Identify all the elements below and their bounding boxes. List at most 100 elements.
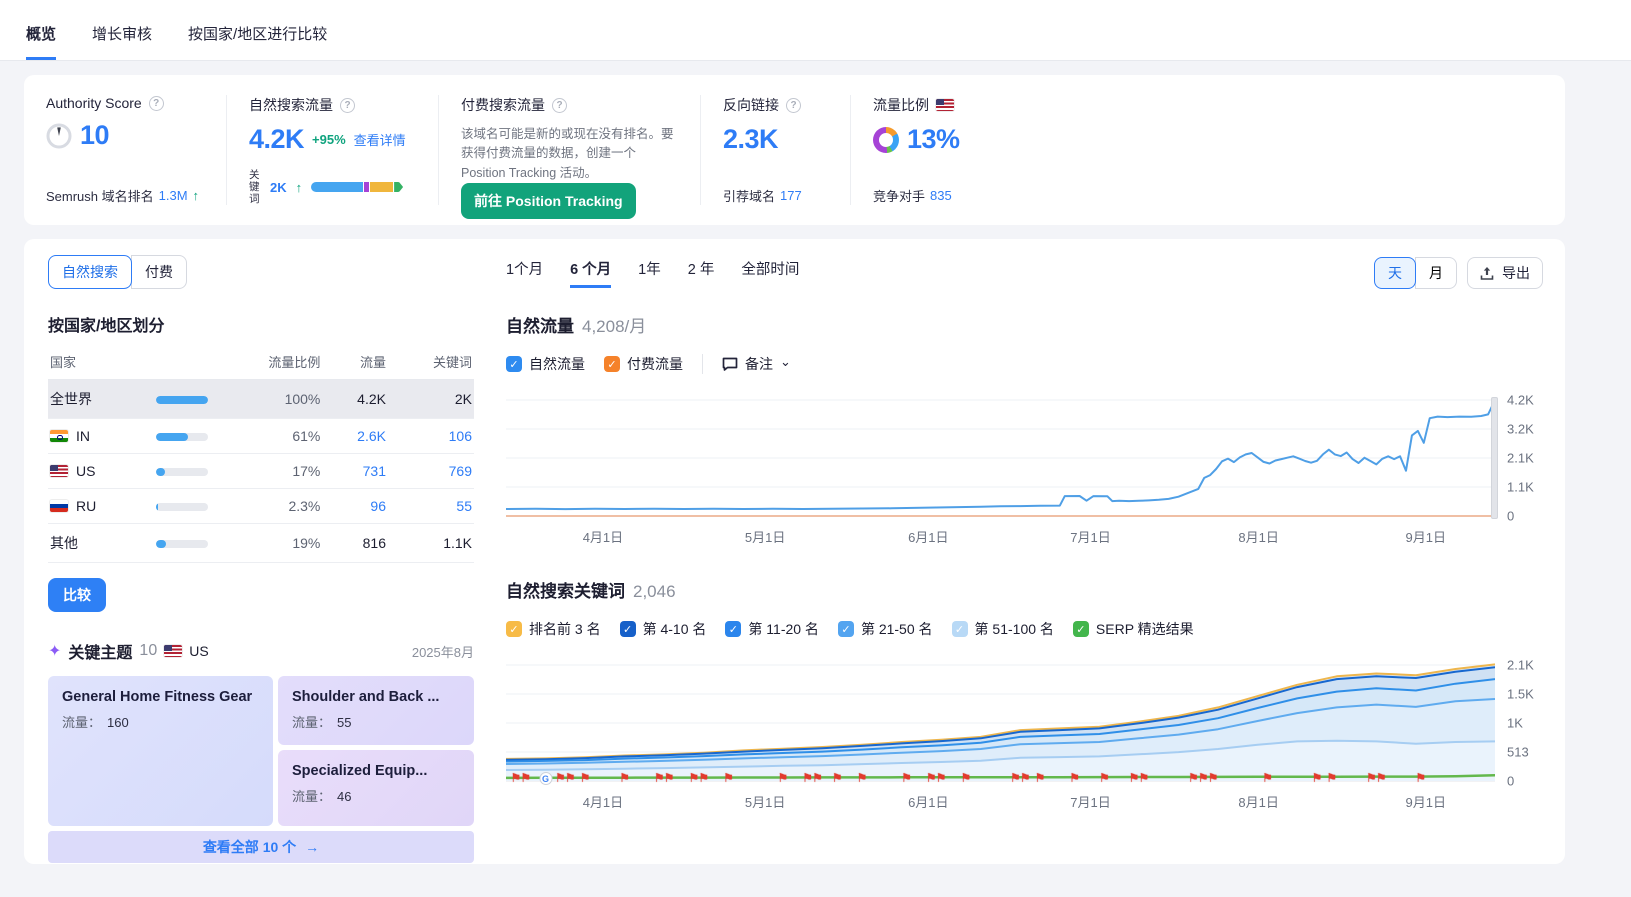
google-update-flag-icon[interactable]: ⚑	[960, 772, 971, 784]
view-details-link[interactable]: 查看详情	[354, 130, 406, 149]
view-all-topics-button[interactable]: 查看全部 10 个 →	[48, 831, 474, 863]
nav-tab-0[interactable]: 概览	[26, 23, 56, 60]
range-tab-0[interactable]: 1个月	[506, 258, 543, 288]
domain-rank-link[interactable]: 1.3M	[159, 188, 188, 203]
traffic-value: 816	[322, 524, 388, 563]
nav-tab-1[interactable]: 增长审核	[92, 23, 152, 60]
traffic-value[interactable]: 96	[322, 489, 388, 524]
topic-card[interactable]: Specialized Equip... 流量：46	[278, 750, 474, 826]
ref-domains-link[interactable]: 177	[780, 188, 802, 203]
google-update-flag-icon[interactable]: ⚑	[619, 772, 630, 784]
legend-item-1[interactable]: ✓第 4-10 名	[620, 619, 707, 639]
google-update-flag-icon[interactable]: ⚑	[1326, 772, 1337, 784]
google-update-flag-icon[interactable]: ⚑	[1139, 772, 1150, 784]
range-tab-2[interactable]: 1年	[638, 258, 661, 288]
range-tab-1[interactable]: 6 个月	[570, 258, 611, 288]
checkbox-icon[interactable]: ✓	[838, 621, 854, 637]
keywords-value[interactable]: 106	[388, 419, 474, 454]
google-update-flag-icon[interactable]: ⚑	[901, 772, 912, 784]
granularity-day[interactable]: 天	[1374, 257, 1416, 289]
legend-label: 第 21-50 名	[861, 619, 933, 639]
legend-item-1[interactable]: ✓付费流量	[604, 354, 683, 374]
info-icon[interactable]: ?	[786, 98, 801, 113]
google-update-flag-icon[interactable]: ⚑	[520, 772, 531, 784]
metric-label: 付费搜索流量	[461, 95, 545, 115]
nav-tab-2[interactable]: 按国家/地区进行比较	[188, 23, 327, 60]
checkbox-icon[interactable]: ✓	[952, 621, 968, 637]
table-row[interactable]: 全世界100%4.2K2K	[48, 380, 474, 419]
share-percent: 19%	[210, 524, 322, 563]
keywords-count[interactable]: 2K	[270, 180, 287, 195]
google-update-flag-icon[interactable]: ⚑	[936, 772, 947, 784]
granularity-month[interactable]: 月	[1415, 257, 1457, 289]
topic-metric-value: 46	[337, 789, 351, 804]
info-icon[interactable]: ?	[149, 96, 164, 111]
google-update-flag-icon[interactable]: ⚑	[1069, 772, 1080, 784]
x-axis-label: 6月1日	[908, 527, 948, 546]
topics-title: 关键主题	[68, 639, 132, 663]
compare-button[interactable]: 比较	[48, 578, 106, 612]
google-update-flag-icon[interactable]: ⚑	[723, 772, 734, 784]
competitors-link[interactable]: 835	[930, 188, 952, 203]
checkbox-icon[interactable]: ✓	[604, 356, 620, 372]
keywords-value[interactable]: 55	[388, 489, 474, 524]
checkbox-icon[interactable]: ✓	[1073, 621, 1089, 637]
table-row[interactable]: 其他19%8161.1K	[48, 524, 474, 563]
legend-item-3[interactable]: ✓ 第 21-50 名	[838, 619, 933, 639]
checkbox-icon[interactable]: ✓	[725, 621, 741, 637]
google-update-flag-icon[interactable]: ⚑	[664, 772, 675, 784]
google-update-flag-icon[interactable]: ⚑	[812, 772, 823, 784]
topic-card[interactable]: Shoulder and Back ... 流量：55	[278, 676, 474, 745]
traffic-value[interactable]: 2.6K	[322, 419, 388, 454]
google-icon[interactable]: G	[539, 772, 552, 785]
table-row[interactable]: RU2.3%9655	[48, 489, 474, 524]
info-icon[interactable]: ?	[552, 98, 567, 113]
google-update-flag-icon[interactable]: ⚑	[1020, 772, 1031, 784]
checkbox-icon[interactable]: ✓	[620, 621, 636, 637]
up-arrow-icon: ↑	[296, 180, 303, 195]
traffic-value[interactable]: 731	[322, 454, 388, 489]
keywords-value[interactable]: 769	[388, 454, 474, 489]
legend-item-4[interactable]: ✓第 51-100 名	[952, 619, 1054, 639]
info-icon[interactable]: ?	[340, 98, 355, 113]
legend-label: 自然流量	[529, 354, 585, 374]
table-row[interactable]: US17%731769	[48, 454, 474, 489]
toggle-paid[interactable]: 付费	[131, 255, 187, 289]
col-header: 国家	[48, 346, 148, 380]
google-update-flag-icon[interactable]: ⚑	[1376, 772, 1387, 784]
chart-subtitle: 4,208/月	[582, 312, 646, 337]
position-tracking-button[interactable]: 前往 Position Tracking	[461, 183, 636, 219]
google-update-flag-icon[interactable]: ⚑	[857, 772, 868, 784]
traffic-chart-plot[interactable]	[506, 390, 1495, 520]
google-update-flag-icon[interactable]: ⚑	[565, 772, 576, 784]
range-tab-4[interactable]: 全部时间	[741, 258, 799, 288]
checkbox-icon[interactable]: ✓	[506, 356, 522, 372]
topics-header: ✦ 关键主题 10 US 2025年8月	[48, 639, 474, 663]
google-update-flag-icon[interactable]: ⚑	[1035, 772, 1046, 784]
google-update-flag-icon[interactable]: ⚑	[1312, 772, 1323, 784]
google-update-flag-icon[interactable]: ⚑	[1208, 772, 1219, 784]
table-row[interactable]: IN61%2.6K106	[48, 419, 474, 454]
legend-item-0[interactable]: ✓排名前 3 名	[506, 619, 601, 639]
legend-item-5[interactable]: ✓SERP 精选结果	[1073, 619, 1194, 639]
google-update-flag-icon[interactable]: ⚑	[778, 772, 789, 784]
y-axis-label: 1.5K	[1507, 687, 1534, 702]
metric-traffic-share: 流量比例 13% 竞争对手835	[850, 95, 1565, 205]
google-update-flag-icon[interactable]: ⚑	[832, 772, 843, 784]
google-update-flag-icon[interactable]: ⚑	[580, 772, 591, 784]
range-tab-3[interactable]: 2 年	[688, 258, 715, 288]
google-update-flag-icon[interactable]: ⚑	[1415, 772, 1426, 784]
legend-item-0[interactable]: ✓ 自然流量	[506, 354, 585, 374]
google-update-flag-icon[interactable]: ⚑	[698, 772, 709, 784]
google-update-flag-icon[interactable]: ⚑	[1099, 772, 1110, 784]
y-axis-label: 513	[1507, 745, 1529, 760]
checkbox-icon[interactable]: ✓	[506, 621, 522, 637]
export-button[interactable]: 导出	[1467, 257, 1543, 289]
keywords-chart-plot[interactable]: ⚑⚑⚑⚑⚑⚑⚑⚑⚑⚑⚑⚑⚑⚑⚑⚑⚑⚑⚑⚑⚑⚑⚑⚑⚑⚑⚑⚑⚑⚑⚑⚑⚑⚑⚑⚑G	[506, 655, 1495, 785]
google-update-flag-icon[interactable]: ⚑	[1262, 772, 1273, 784]
topic-card[interactable]: General Home Fitness Gear 流量：160	[48, 676, 273, 826]
legend-item-2[interactable]: ✓第 11-20 名	[725, 619, 819, 639]
us-flag-icon	[164, 645, 182, 657]
toggle-organic[interactable]: 自然搜索	[48, 255, 132, 289]
notes-dropdown[interactable]: 备注 ⌄	[722, 354, 791, 374]
